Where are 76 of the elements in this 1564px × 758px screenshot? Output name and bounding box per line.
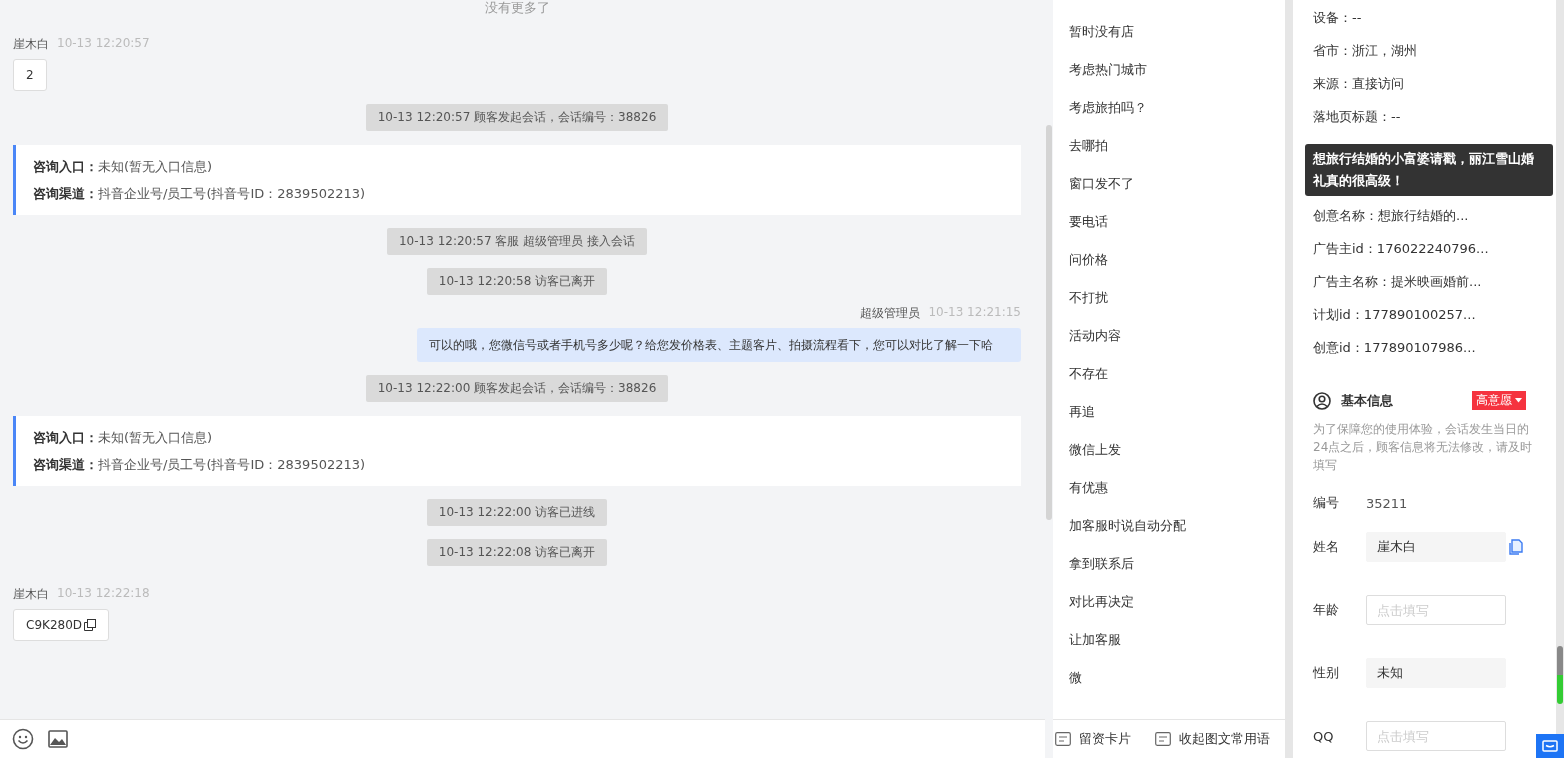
emoji-icon[interactable] <box>12 728 34 750</box>
source-label: 咨询渠道： <box>33 186 98 201</box>
source-label: 咨询入口： <box>33 159 98 174</box>
quick-reply-item[interactable]: 加客服时说自动分配 <box>1053 516 1285 554</box>
visitor-info-row-text: 广告主id：176022240796... <box>1313 240 1490 258</box>
message-bubble: 可以的哦，您微信号或者手机号多少呢？给您发价格表、主题客片、拍摄流程看下，您可以对比了解一下哈 <box>417 328 1021 362</box>
scrollbar-thumb[interactable] <box>1046 125 1052 520</box>
quick-reply-item[interactable]: 再追 <box>1053 402 1285 440</box>
system-notice: 10-13 12:20:58 访客已离开 <box>426 268 608 295</box>
source-label: 咨询渠道： <box>33 457 98 472</box>
quick-reply-item[interactable]: 考虑旅拍吗？ <box>1053 98 1285 136</box>
field-label: QQ <box>1313 728 1335 744</box>
footer-link[interactable]: 收起图文常用语 <box>1155 730 1270 748</box>
source-label: 咨询入口： <box>33 430 98 445</box>
field-label: 姓名 <box>1313 538 1340 556</box>
quick-reply-item[interactable]: 考虑热门城市 <box>1053 60 1285 98</box>
no-more-notice: 没有更多了 <box>483 0 551 16</box>
sender-name: 崖木白 <box>13 586 49 603</box>
user-icon <box>1313 391 1331 410</box>
sender-name: 崖木白 <box>13 36 49 53</box>
message-time: 10-13 12:22:18 <box>57 586 150 602</box>
visitor-info-row-text: 计划id：177890100257... <box>1313 306 1477 324</box>
section-title: 基本信息 <box>1341 391 1393 410</box>
visitor-info-row-text: 落地页标题：-- <box>1313 108 1402 126</box>
chat-icon[interactable] <box>1536 734 1564 758</box>
message-time: 10-13 12:20:57 <box>57 36 150 52</box>
system-notice: 10-13 12:22:08 访客已离开 <box>426 539 608 566</box>
system-notice: 10-13 12:22:00 顾客发起会话，会话编号：38826 <box>365 375 669 402</box>
system-notice: 10-13 12:22:00 访客已进线 <box>426 499 608 526</box>
message-icon <box>1055 732 1071 746</box>
visitor-info-row-text: 广告主名称：提米映画婚前... <box>1313 273 1483 291</box>
quick-reply-item[interactable]: 有优惠 <box>1053 478 1285 516</box>
source-value: 抖音企业号/员工号(抖音号ID：2839502213) <box>98 457 366 472</box>
copy-icon[interactable] <box>84 619 97 631</box>
quick-reply-item[interactable]: 不打扰 <box>1053 288 1285 326</box>
quick-reply-item[interactable]: 微 <box>1053 668 1285 706</box>
quick-reply-item[interactable]: 拿到联系后 <box>1053 554 1285 592</box>
input-field[interactable]: 崖木白 <box>1366 532 1506 562</box>
visitor-info-row-text: 省市：浙江，湖州 <box>1313 42 1418 60</box>
sender-name: 超级管理员 <box>860 305 921 322</box>
intent-tag[interactable]: 高意愿 <box>1472 391 1526 410</box>
notice-text: 为了保障您的使用体验，会话发生当日的24点之后，顾客信息将无法修改，请及时填写 <box>1313 421 1534 474</box>
quick-reply-item[interactable]: 活动内容 <box>1053 326 1285 364</box>
footer-link-label: 留资卡片 <box>1079 730 1131 748</box>
visitor-info-row-text: 创意名称：想旅行结婚的... <box>1313 207 1470 225</box>
field-value: 35211 <box>1366 495 1408 511</box>
quick-reply-item[interactable]: 不存在 <box>1053 364 1285 402</box>
message-time: 10-13 12:21:15 <box>928 305 1021 321</box>
footer-link[interactable]: 留资卡片 <box>1055 730 1131 748</box>
source-value: 未知(暂无入口信息) <box>98 159 213 174</box>
quick-reply-item[interactable]: 暂时没有店 <box>1053 22 1285 60</box>
quick-reply-item[interactable]: 问价格 <box>1053 250 1285 288</box>
visitor-info-row-text: 设备：-- <box>1313 9 1363 27</box>
field-label: 性别 <box>1313 664 1340 682</box>
quick-reply-item[interactable]: 窗口发不了 <box>1053 174 1285 212</box>
source-value: 抖音企业号/员工号(抖音号ID：2839502213) <box>98 186 366 201</box>
quick-reply-item[interactable]: 要电话 <box>1053 212 1285 250</box>
quick-reply-item[interactable]: 去哪拍 <box>1053 136 1285 174</box>
caret-icon <box>1515 398 1522 403</box>
quick-reply-item[interactable]: 对比再决定 <box>1053 592 1285 630</box>
system-notice: 10-13 12:20:57 顾客发起会话，会话编号：38826 <box>365 104 669 131</box>
tooltip: 想旅行结婚的小富婆请戳，丽江雪山婚礼真的很高级！ <box>1305 144 1553 196</box>
input-field[interactable]: 未知 <box>1366 658 1506 688</box>
image-icon[interactable] <box>48 730 68 748</box>
visitor-info-row-text: 创意id：177890107986... <box>1313 339 1477 357</box>
message-text: C9K280D <box>26 618 83 632</box>
system-notice: 10-13 12:20:57 客服 超级管理员 接入会话 <box>387 228 647 255</box>
quick-reply-item[interactable]: 让加客服 <box>1053 630 1285 668</box>
message-text: 2 <box>26 68 34 82</box>
message-icon <box>1155 732 1171 746</box>
field-label: 年龄 <box>1313 601 1340 619</box>
field-label: 编号 <box>1313 494 1340 512</box>
footer-link-label: 收起图文常用语 <box>1179 730 1270 748</box>
visitor-info-row-text: 来源：直接访问 <box>1313 75 1405 93</box>
source-value: 未知(暂无入口信息) <box>98 430 213 445</box>
quick-reply-item[interactable]: 微信上发 <box>1053 440 1285 478</box>
